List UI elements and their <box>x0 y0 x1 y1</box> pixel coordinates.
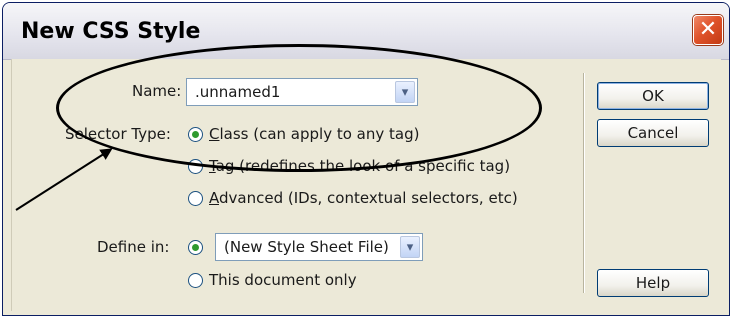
name-combobox[interactable]: .unnamed1 ▾ <box>186 78 418 106</box>
ok-button[interactable]: OK <box>597 82 709 110</box>
title-bar[interactable]: New CSS Style ✕ <box>3 3 729 60</box>
define-in-label: Define in: <box>97 238 170 256</box>
close-button[interactable]: ✕ <box>693 15 723 45</box>
dialog-title: New CSS Style <box>21 19 201 44</box>
radio-this-document-label[interactable]: This document only <box>209 271 357 289</box>
close-icon: ✕ <box>698 17 718 42</box>
cancel-button[interactable]: Cancel <box>597 119 709 147</box>
vertical-separator <box>583 73 585 293</box>
name-value: .unnamed1 <box>195 83 281 101</box>
radio-advanced-label[interactable]: Advanced (IDs, contextual selectors, etc… <box>209 189 518 207</box>
radio-tag-label[interactable]: Tag (redefines the look of a specific ta… <box>209 157 510 175</box>
name-dropdown-arrow-icon[interactable]: ▾ <box>395 81 415 103</box>
define-in-value: (New Style Sheet File) <box>224 238 389 256</box>
new-css-style-dialog: New CSS Style ✕ Name: .unnamed1 ▾ Select… <box>2 2 730 316</box>
radio-class[interactable] <box>188 127 203 142</box>
define-in-dropdown-arrow-icon[interactable]: ▾ <box>400 236 420 258</box>
radio-class-label[interactable]: Class (can apply to any tag) <box>209 125 419 143</box>
help-button[interactable]: Help <box>597 269 709 297</box>
name-label: Name: <box>132 82 182 100</box>
radio-tag[interactable] <box>188 159 203 174</box>
radio-advanced[interactable] <box>188 191 203 206</box>
dialog-body: Name: .unnamed1 ▾ Selector Type: Class (… <box>11 59 721 311</box>
radio-this-document[interactable] <box>188 273 203 288</box>
selector-type-label: Selector Type: <box>65 125 171 143</box>
define-in-combobox[interactable]: (New Style Sheet File) ▾ <box>215 233 423 261</box>
radio-new-style-sheet[interactable] <box>188 240 203 255</box>
